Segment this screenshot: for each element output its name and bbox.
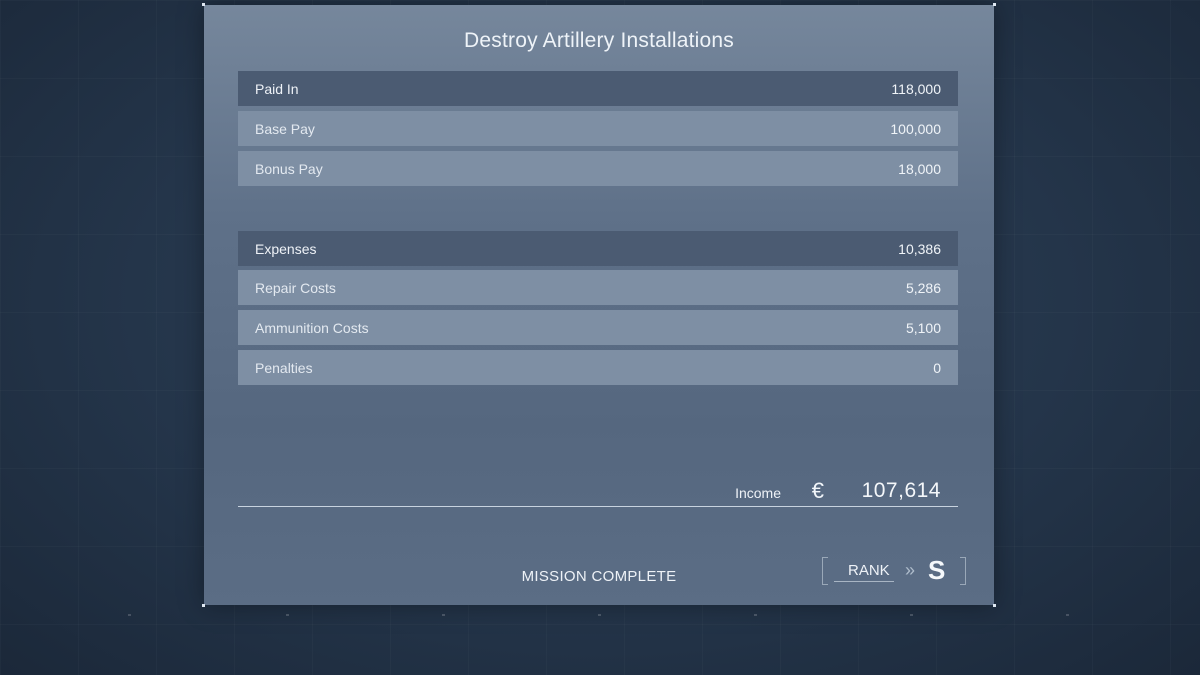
rank-grade: S (928, 555, 946, 585)
penalties-row: Penalties 0 (238, 350, 958, 385)
expenses-total: 10,386 (898, 240, 941, 257)
background-dot (442, 614, 445, 616)
penalties-label: Penalties (255, 359, 313, 376)
background-dot (1066, 614, 1069, 616)
panel-corner-marker (993, 604, 996, 607)
background-dot (598, 614, 601, 616)
rank-display: RANK » S (822, 555, 966, 585)
double-chevron-icon: » (905, 560, 916, 580)
base-pay-row: Base Pay 100,000 (238, 111, 958, 146)
paid-in-total: 118,000 (891, 80, 941, 97)
bonus-pay-label: Bonus Pay (255, 160, 323, 177)
base-pay-label: Base Pay (255, 120, 315, 137)
mission-title: Destroy Artillery Installations (464, 29, 734, 52)
paid-in-header-row: Paid In 118,000 (238, 71, 958, 106)
background-dot (286, 614, 289, 616)
background-dot (128, 614, 131, 616)
rank-underline (834, 581, 894, 582)
rank-bracket-right (960, 557, 966, 585)
ammunition-costs-value: 5,100 (905, 319, 941, 336)
income-value: 107,614 (861, 479, 941, 502)
income-summary: Income € 107,614 (238, 473, 958, 507)
rank-label: RANK (848, 562, 890, 579)
paid-in-label: Paid In (255, 80, 299, 97)
income-divider (238, 506, 958, 507)
repair-costs-value: 5,286 (905, 279, 941, 296)
bonus-pay-row: Bonus Pay 18,000 (238, 151, 958, 186)
background-dot-row (0, 614, 1200, 616)
panel-corner-marker (993, 3, 996, 6)
panel-corner-marker (202, 604, 205, 607)
ammunition-costs-label: Ammunition Costs (255, 319, 369, 336)
penalties-value: 0 (933, 359, 941, 376)
expenses-label: Expenses (255, 240, 317, 257)
ammunition-costs-row: Ammunition Costs 5,100 (238, 310, 958, 345)
repair-costs-label: Repair Costs (255, 279, 336, 296)
rank-bracket-left (822, 557, 828, 585)
repair-costs-row: Repair Costs 5,286 (238, 270, 958, 305)
mission-results-panel: Destroy Artillery Installations Paid In … (202, 3, 996, 607)
income-label: Income (735, 485, 781, 501)
bonus-pay-value: 18,000 (898, 160, 941, 177)
background-dot (754, 614, 757, 616)
expenses-header-row: Expenses 10,386 (238, 231, 958, 266)
background-dot (910, 614, 913, 616)
base-pay-value: 100,000 (890, 120, 941, 137)
panel-corner-marker (202, 3, 205, 6)
currency-icon: € (811, 478, 824, 503)
